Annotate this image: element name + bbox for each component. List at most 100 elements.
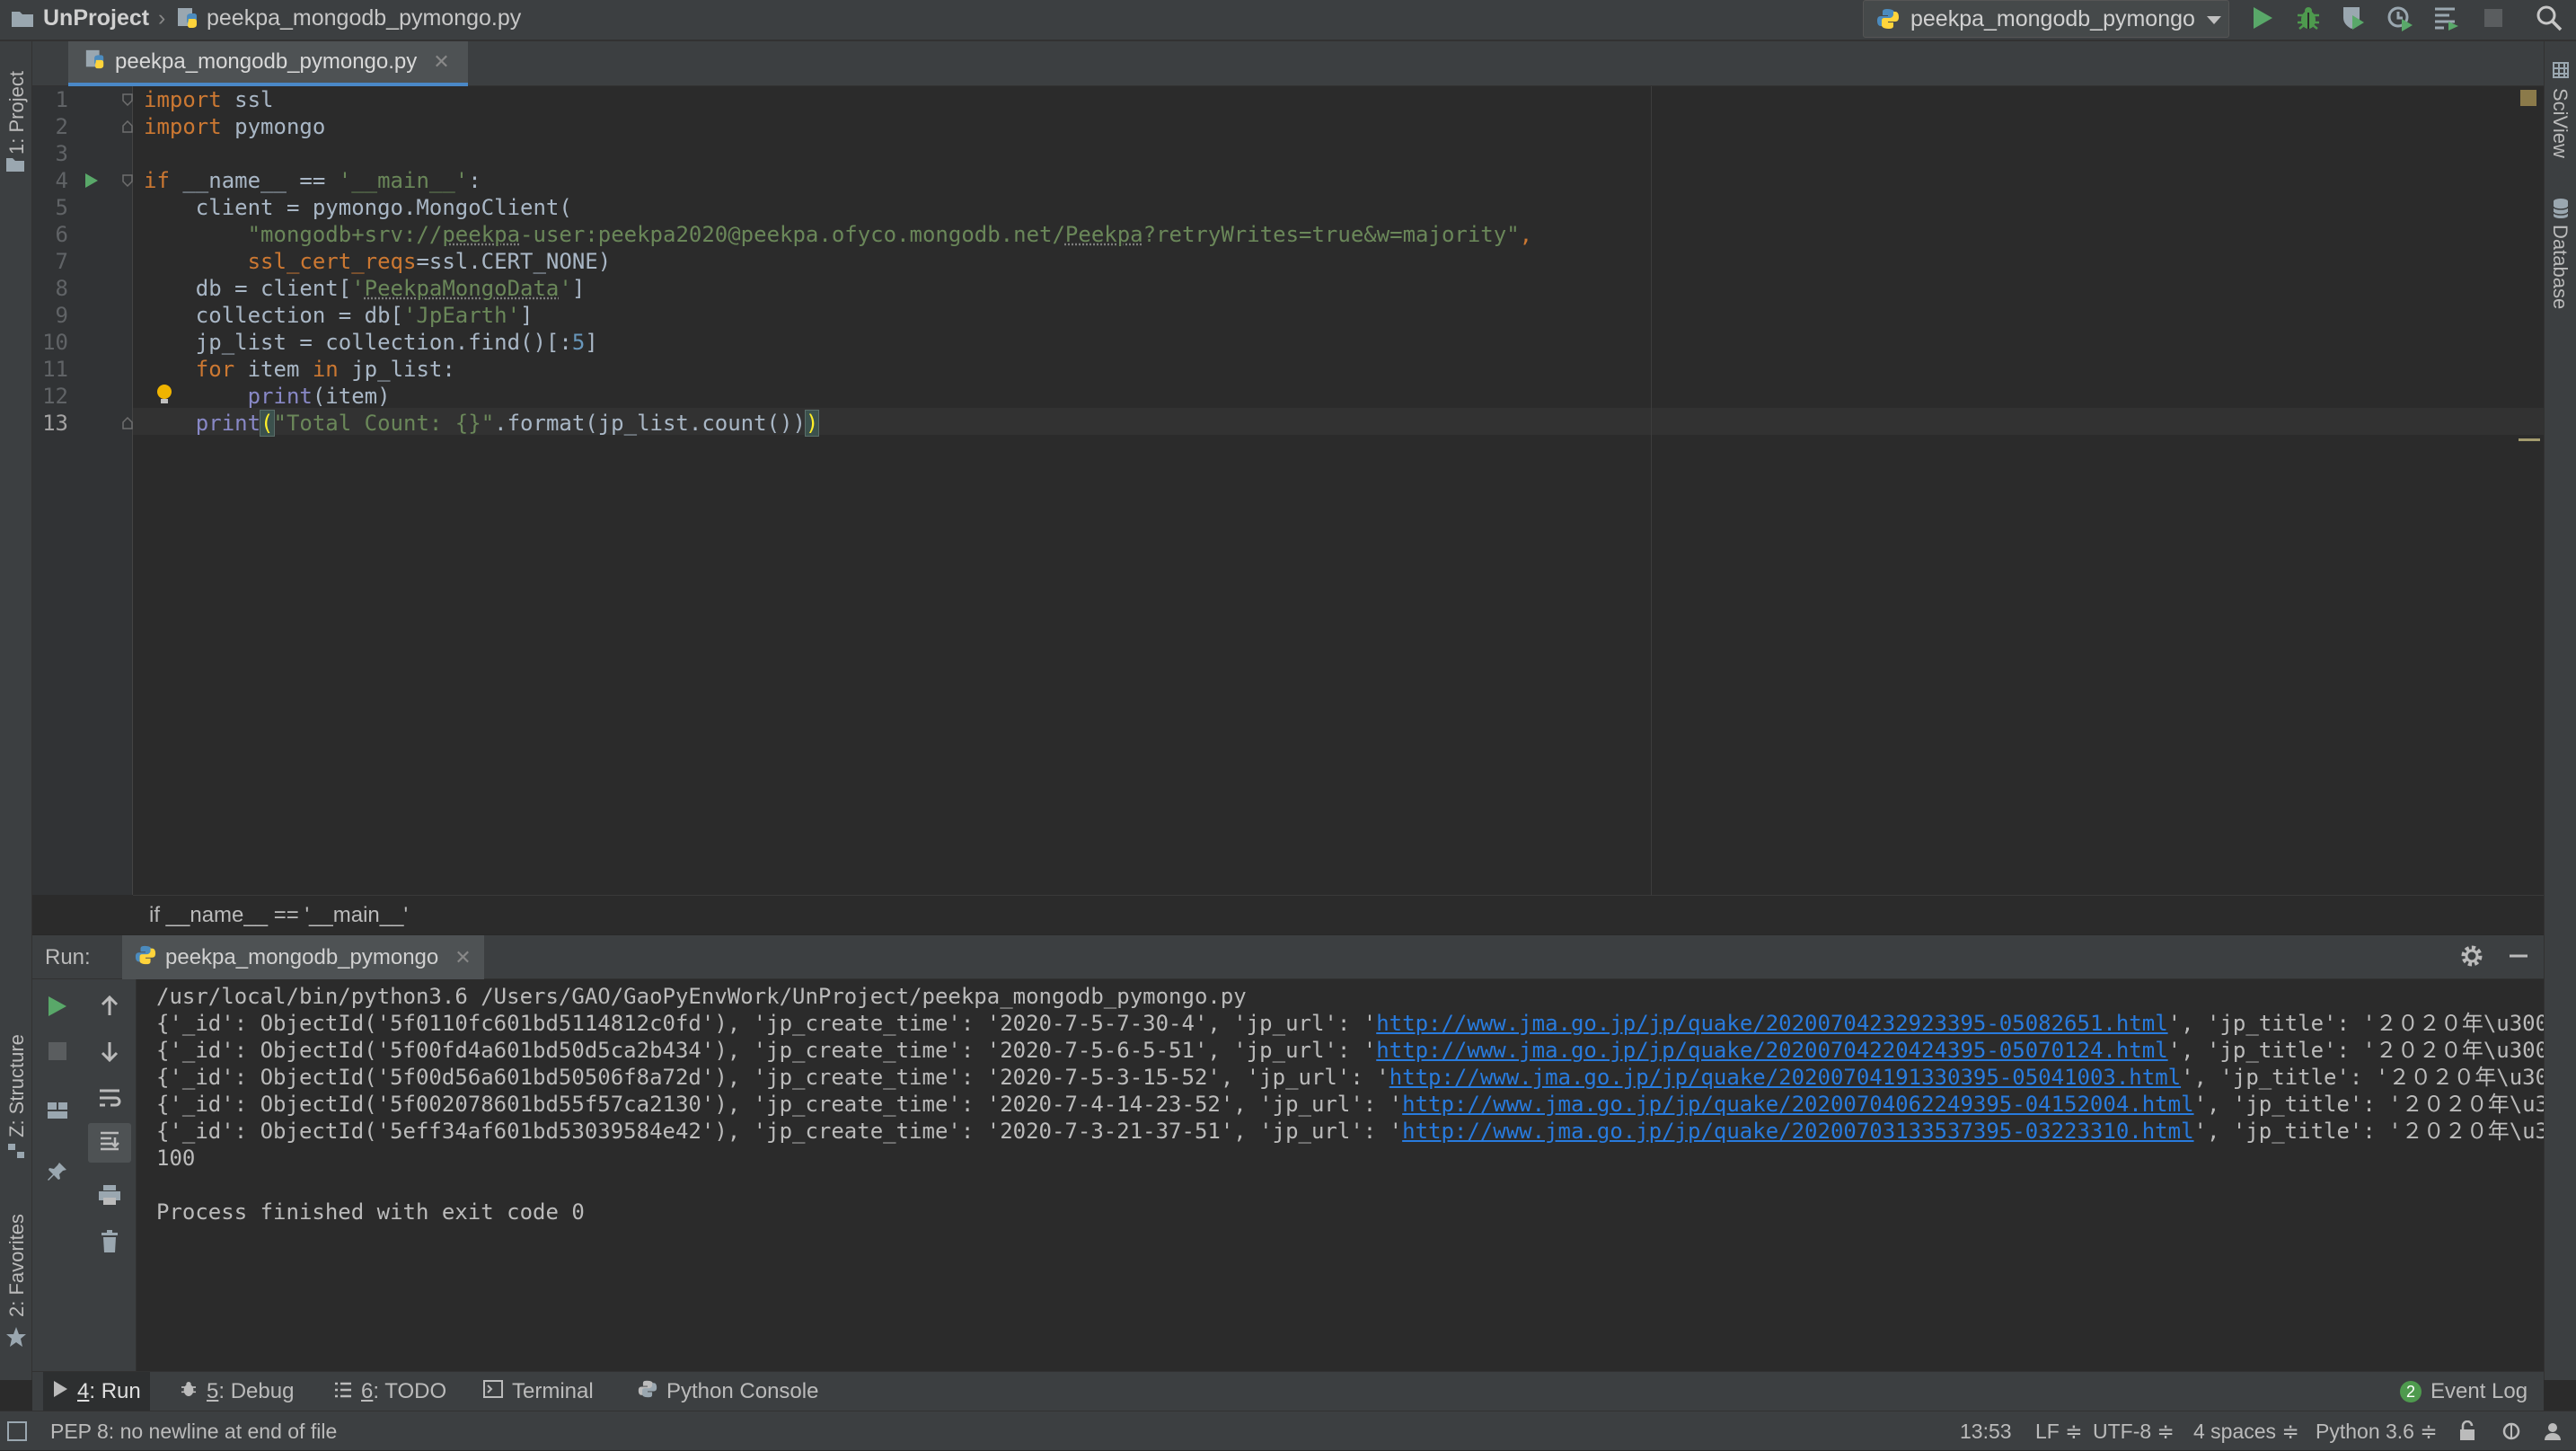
breadcrumb-file[interactable]: peekpa_mongodb_pymongo.py: [176, 0, 521, 38]
concurrency-icon: [2433, 4, 2460, 36]
editor-tab-bar: peekpa_mongodb_pymongo.py ✕: [32, 41, 2544, 86]
code-breadcrumb[interactable]: if __name__ == '__main__': [133, 895, 2544, 934]
console-link[interactable]: http://www.jma.go.jp/jp/quake/2020070422…: [1376, 1038, 2167, 1063]
matched-bracket: (: [260, 411, 273, 436]
settings-button[interactable]: [2454, 940, 2490, 976]
clear-all-button[interactable]: [92, 1225, 128, 1261]
git-icon[interactable]: [2501, 1420, 2522, 1447]
run-tab[interactable]: peekpa_mongodb_pymongo ✕: [122, 935, 484, 980]
toggle-tool-windows-icon[interactable]: [7, 1421, 27, 1447]
line-separator-selector[interactable]: LF ≑: [2035, 1411, 2083, 1451]
fold-marker-icon[interactable]: [122, 174, 133, 191]
soft-wrap-button[interactable]: [92, 1082, 128, 1118]
tab-todo[interactable]: 6: TODO: [325, 1372, 455, 1411]
run-button[interactable]: [2245, 2, 2280, 38]
code-editor[interactable]: import ssl import pymongo if __name__ ==…: [133, 86, 2544, 895]
debug-button[interactable]: [2290, 2, 2326, 38]
python-icon: [1876, 7, 1900, 31]
interpreter-selector[interactable]: Python 3.6 ≑: [2316, 1411, 2438, 1451]
project-tool-window-button[interactable]: 1: Project: [5, 71, 29, 155]
indent-selector[interactable]: 4 spaces ≑: [2193, 1411, 2299, 1451]
tab-run-text: : Run: [89, 1379, 140, 1403]
lock-icon[interactable]: [2457, 1420, 2477, 1447]
code-token: ]: [572, 276, 585, 301]
code-token: -user:peekpa2020@peekpa.ofyco.mongodb.ne…: [520, 222, 1065, 247]
left-tool-strip: 1: Project Z: Structure 2: Favorites: [0, 41, 32, 1380]
hide-panel-button[interactable]: [2501, 940, 2536, 976]
tab-run[interactable]: 4: Run: [43, 1372, 150, 1411]
print-button[interactable]: [92, 1179, 128, 1215]
code-token: if: [144, 168, 170, 193]
database-tool-window-button[interactable]: Database: [2548, 225, 2572, 309]
tab-python-console[interactable]: Python Console: [629, 1372, 827, 1411]
sciview-tool-window-button[interactable]: SciView: [2548, 88, 2572, 158]
code-token: jp_list = collection.find()[:: [144, 330, 572, 355]
tab-debug[interactable]: 5: Debug: [171, 1372, 303, 1411]
run-label: Run:: [45, 935, 91, 980]
code-indent: [144, 222, 248, 247]
inspection-status-marker[interactable]: [2520, 90, 2536, 106]
console-output-line: {'_id': ObjectId('5f002078601bd55f57ca21…: [156, 1091, 2544, 1118]
code-token: for: [196, 357, 234, 382]
inspector-icon[interactable]: [2542, 1420, 2563, 1447]
fold-marker-icon[interactable]: [122, 417, 133, 434]
fold-marker-icon[interactable]: [122, 120, 133, 137]
tab-run-label: 4: Run: [77, 1379, 141, 1404]
code-line-1: import ssl: [144, 86, 274, 113]
scroll-up-button[interactable]: [92, 990, 128, 1026]
code-token: pymongo: [222, 114, 326, 139]
tab-todo-mnemonic: 6: [361, 1379, 373, 1403]
breadcrumb-project[interactable]: UnProject: [11, 0, 149, 38]
stop-button[interactable]: [40, 1035, 75, 1071]
line-number: 10: [32, 329, 68, 356]
scroll-to-end-button[interactable]: [88, 1123, 131, 1163]
console-text: ', 'jp_title': '２０２０年\u3000７月: [2181, 1065, 2544, 1090]
status-bar: PEP 8: no newline at end of file 13:53 L…: [0, 1411, 2576, 1450]
run-configuration-selector[interactable]: peekpa_mongodb_pymongo: [1863, 0, 2229, 38]
tab-debug-text: : Debug: [218, 1379, 294, 1403]
code-token: item: [234, 357, 313, 382]
console-link[interactable]: http://www.jma.go.jp/jp/quake/2020070419…: [1389, 1065, 2181, 1090]
gear-icon: [2459, 943, 2484, 973]
encoding-selector[interactable]: UTF-8 ≑: [2093, 1411, 2175, 1451]
caret-position[interactable]: 13:53: [1960, 1411, 2012, 1451]
console-link[interactable]: http://www.jma.go.jp/jp/quake/2020070406…: [1402, 1092, 2193, 1117]
scroll-down-button[interactable]: [92, 1035, 128, 1071]
profiler-icon: [2386, 4, 2413, 36]
fold-marker-icon[interactable]: [122, 93, 133, 111]
tab-event-log[interactable]: 2 Event Log: [2391, 1372, 2536, 1411]
code-token: .format(jp_list.count()): [494, 411, 806, 436]
console-output[interactable]: /usr/local/bin/python3.6 /Users/GAO/GaoP…: [137, 979, 2544, 1371]
pin-tab-button[interactable]: [40, 1155, 75, 1191]
stop-button[interactable]: [2475, 2, 2511, 38]
profile-button[interactable]: [2382, 2, 2418, 38]
run-config-name: peekpa_mongodb_pymongo: [1910, 6, 2195, 32]
search-everywhere-button[interactable]: [2531, 2, 2567, 38]
editor-tab-peekpa-mongodb-pymongo[interactable]: peekpa_mongodb_pymongo.py ✕: [68, 41, 468, 86]
coverage-button[interactable]: [2335, 2, 2371, 38]
structure-icon: [7, 1143, 25, 1163]
code-line-9: collection = db['JpEarth']: [144, 302, 533, 329]
search-icon: [2536, 4, 2563, 36]
code-token: =ssl.CERT_NONE): [416, 249, 611, 274]
layout-button[interactable]: [40, 1094, 75, 1130]
breadcrumb-separator: ›: [158, 0, 165, 38]
rerun-button[interactable]: [40, 990, 75, 1026]
error-stripe-marker[interactable]: [2519, 438, 2540, 441]
python-icon: [135, 944, 156, 972]
code-token: ?retryWrites=true&w=majority": [1143, 222, 1520, 247]
console-link[interactable]: http://www.jma.go.jp/jp/quake/2020070313…: [1402, 1119, 2193, 1144]
code-line-7: ssl_cert_reqs=ssl.CERT_NONE): [144, 248, 611, 275]
run-concurrency-button[interactable]: [2429, 2, 2465, 38]
favorites-tool-window-button[interactable]: 2: Favorites: [5, 1214, 29, 1317]
structure-tool-window-button[interactable]: Z: Structure: [5, 1034, 29, 1137]
minimize-icon: [2508, 945, 2529, 971]
close-tab-icon[interactable]: ✕: [433, 50, 449, 74]
close-tab-icon[interactable]: ✕: [454, 946, 471, 969]
line-number: 1: [32, 86, 68, 113]
tab-terminal[interactable]: Terminal: [474, 1372, 603, 1411]
run-gutter-icon[interactable]: [84, 173, 99, 193]
console-link[interactable]: http://www.jma.go.jp/jp/quake/2020070423…: [1376, 1011, 2167, 1036]
python-console-icon: [638, 1379, 657, 1405]
lightbulb-icon[interactable]: [154, 383, 174, 411]
